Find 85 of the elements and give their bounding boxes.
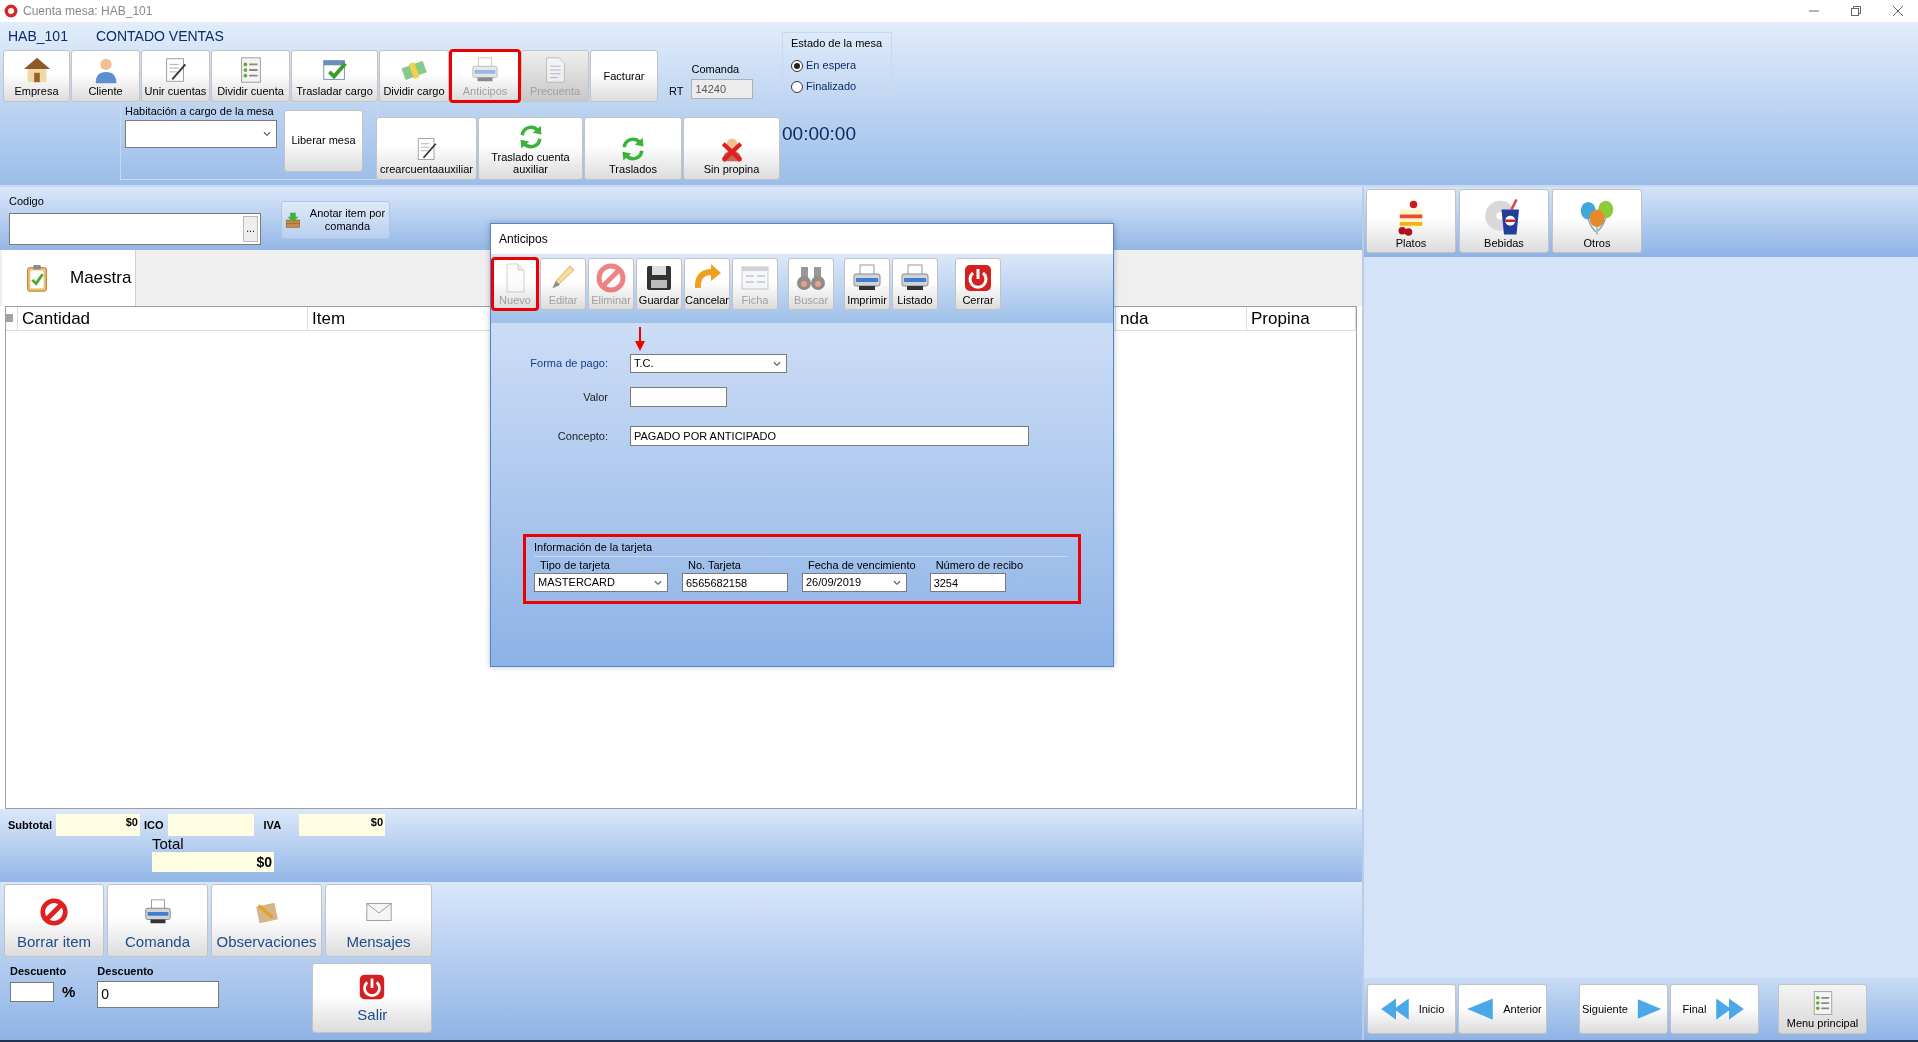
input-field[interactable]: 3254 <box>929 573 1006 592</box>
radio-button[interactable] <box>791 81 803 94</box>
action-button[interactable]: Borrar item <box>4 884 104 957</box>
field-label: Número de recibo <box>934 557 1024 573</box>
action-button[interactable]: crearcuentaauxiliar <box>376 117 477 180</box>
field-label: Forma de pago: <box>529 356 608 372</box>
dropdown-field[interactable]: T.C. <box>630 354 787 373</box>
column-header[interactable]: Propina <box>1247 307 1356 330</box>
dropdown-field[interactable] <box>125 119 277 148</box>
dropdown-field[interactable]: 26/09/2019 <box>802 573 907 592</box>
field-label: Codigo <box>9 194 45 209</box>
total-label: Subtotal <box>8 817 52 833</box>
field-label: Concepto: <box>556 428 608 444</box>
field-label: Valor <box>582 389 608 405</box>
group-title: Estado de la mesa <box>791 36 883 51</box>
dialog-title: Anticipos <box>491 224 1113 254</box>
toolbar-button[interactable]: Unir cuentas <box>141 50 210 102</box>
prohibited-icon <box>595 262 627 295</box>
restore-icon[interactable] <box>1850 5 1862 17</box>
total-value: $0 <box>152 852 274 872</box>
toolbar-button[interactable]: Facturar <box>590 50 658 102</box>
action-button[interactable]: Traslados <box>584 117 682 180</box>
field-label: Tipo de tarjeta <box>539 557 611 573</box>
exit-button[interactable]: Salir <box>312 963 433 1033</box>
action-button[interactable]: Sin propina <box>683 117 780 180</box>
input-field[interactable]: 6565682158 <box>682 573 788 592</box>
option-label: En espera <box>806 58 857 71</box>
field-label: Comanda <box>691 61 741 77</box>
toolbar-button[interactable]: Empresa <box>3 50 70 102</box>
subtotal-value: $0 <box>56 814 140 836</box>
toolbar-button[interactable]: Cancelar <box>684 258 730 310</box>
action-button[interactable]: Comanda <box>107 884 208 957</box>
column-header[interactable]: nda <box>1116 307 1247 330</box>
category-button[interactable]: Platos <box>1366 189 1456 253</box>
release-button[interactable]: Liberar mesa <box>284 109 363 172</box>
action-button[interactable]: Traslado cuenta auxiliar <box>478 117 583 180</box>
input-field[interactable]: PAGADO POR ANTICIPADO <box>630 426 1029 446</box>
field-label: Descuento <box>97 964 155 979</box>
nav-button[interactable]: Inicio <box>1367 984 1456 1034</box>
group-title: Información de la tarjeta <box>534 539 1068 557</box>
toolbar-button[interactable]: Cliente <box>71 50 140 102</box>
action-button[interactable]: Observaciones <box>211 884 322 957</box>
total-label: IVA <box>263 817 282 833</box>
close-icon[interactable] <box>1892 5 1904 17</box>
iva-value: $0 <box>299 814 386 836</box>
option-label: Finalizado <box>806 80 857 92</box>
nav-button[interactable]: Siguiente <box>1579 984 1668 1034</box>
radio-button[interactable] <box>791 59 803 72</box>
action-button[interactable]: Mensajes <box>325 884 432 957</box>
nav-button[interactable]: Menu principal <box>1778 984 1867 1034</box>
toolbar-button[interactable]: Imprimir <box>844 258 890 310</box>
dropdown-field[interactable]: MASTERCARD <box>534 573 668 592</box>
room-label: HAB_101 <box>8 26 68 46</box>
row-selector-icon <box>6 314 13 323</box>
input-field[interactable] <box>630 387 727 407</box>
category-button[interactable]: Otros <box>1552 189 1642 253</box>
toolbar-button[interactable]: Listado <box>892 258 938 310</box>
nav-button[interactable]: Anterior <box>1458 984 1547 1034</box>
percent-label: % <box>62 981 76 1002</box>
toolbar-button[interactable]: Dividir cuenta <box>211 50 290 102</box>
field-label: No. Tarjeta <box>687 557 742 573</box>
timer-label: 00:00:00 <box>782 122 857 146</box>
tab[interactable]: Maestra <box>2 250 136 306</box>
app-icon <box>4 4 18 18</box>
prohibited-icon <box>39 896 69 927</box>
category-button[interactable]: Bebidas <box>1459 189 1549 253</box>
toolbar-button[interactable]: Cerrar <box>955 258 1001 310</box>
field-label: Descuento <box>10 964 68 979</box>
rt-label: RT <box>669 83 684 99</box>
input-field[interactable]: ... <box>9 212 261 245</box>
add-item-button[interactable]: Anotar item por comanda <box>281 201 390 239</box>
group-title: Habitación a cargo de la mesa <box>125 104 275 119</box>
toolbar-button[interactable]: Dividir cargo <box>379 50 449 102</box>
window-title: Cuenta mesa: HAB_101 <box>23 3 153 20</box>
toolbar-button[interactable]: Trasladar cargo <box>291 50 378 102</box>
account-type: CONTADO VENTAS <box>95 26 224 46</box>
input-field[interactable] <box>10 981 54 1002</box>
input-field[interactable]: 0 <box>97 980 220 1008</box>
total-label: Total <box>152 836 185 852</box>
nav-button[interactable]: Final <box>1670 984 1759 1034</box>
column-header[interactable]: Cantidad <box>18 307 308 330</box>
total-label: ICO <box>144 817 164 833</box>
toolbar-button[interactable]: Guardar <box>636 258 682 310</box>
lookup-button[interactable]: ... <box>243 215 258 242</box>
field-label: Fecha de vencimiento <box>807 557 916 573</box>
